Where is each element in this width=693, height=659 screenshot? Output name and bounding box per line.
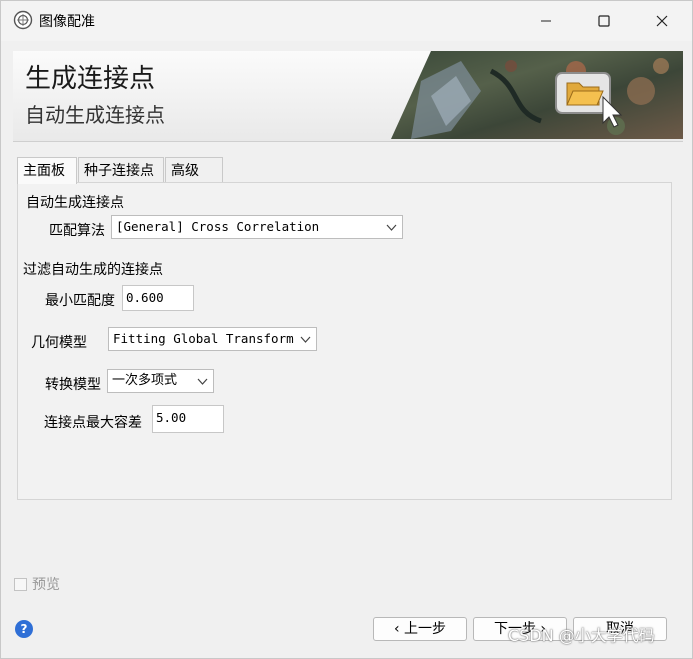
preview-label: 预览 xyxy=(32,577,60,593)
banner-title: 生成连接点 xyxy=(25,64,156,94)
previous-button[interactable]: ‹ 上一步 xyxy=(373,617,467,641)
window-title: 图像配准 xyxy=(39,14,95,30)
chevron-down-icon xyxy=(386,224,397,231)
min-match-label: 最小匹配度 xyxy=(45,293,115,309)
geometric-model-label: 几何模型 xyxy=(31,335,87,351)
minimize-icon xyxy=(541,20,551,22)
filter-group-title: 过滤自动生成的连接点 xyxy=(23,262,163,278)
transform-model-label: 转换模型 xyxy=(45,377,101,393)
maximize-icon xyxy=(598,15,610,27)
image-registration-window: 图像配准 生成连接点 自动生成连接点 主面板 种子连接点 高级 自动生成连接点 … xyxy=(0,0,693,659)
tab-main-panel[interactable]: 主面板 xyxy=(17,157,77,184)
preview-checkbox[interactable] xyxy=(14,577,27,591)
close-button[interactable] xyxy=(633,1,691,41)
chevron-down-icon xyxy=(197,378,208,385)
banner-subtitle: 自动生成连接点 xyxy=(25,103,165,127)
help-icon[interactable]: ? xyxy=(15,620,33,638)
watermark: CSDN @小大学代码 xyxy=(508,626,655,645)
preview-option[interactable]: 预览 xyxy=(14,574,60,594)
max-tolerance-label: 连接点最大容差 xyxy=(44,415,142,431)
wizard-banner: 生成连接点 自动生成连接点 xyxy=(13,51,683,142)
geometric-model-select[interactable]: Fitting Global Transform xyxy=(108,327,317,351)
algorithm-select[interactable]: [General] Cross Correlation xyxy=(111,215,403,239)
tab-seed-tie-points[interactable]: 种子连接点 xyxy=(78,157,164,183)
app-icon xyxy=(13,10,33,30)
chevron-down-icon xyxy=(300,336,311,343)
close-icon xyxy=(656,15,668,27)
min-match-input[interactable]: 0.600 xyxy=(122,285,194,311)
minimize-button[interactable] xyxy=(517,1,575,41)
algorithm-label: 匹配算法 xyxy=(49,223,105,239)
satellite-image xyxy=(391,51,683,139)
transform-model-value: 一次多项式 xyxy=(112,373,178,388)
maximize-button[interactable] xyxy=(575,1,633,41)
max-tolerance-input[interactable]: 5.00 xyxy=(152,405,224,433)
auto-group-title: 自动生成连接点 xyxy=(26,195,124,211)
title-bar: 图像配准 xyxy=(1,1,692,41)
geometric-model-value: Fitting Global Transform xyxy=(113,331,294,346)
tab-advanced[interactable]: 高级 xyxy=(165,157,223,183)
algorithm-value: [General] Cross Correlation xyxy=(116,219,320,234)
main-panel: 自动生成连接点 匹配算法 [General] Cross Correlation… xyxy=(17,182,672,500)
transform-model-select[interactable]: 一次多项式 xyxy=(107,369,214,393)
